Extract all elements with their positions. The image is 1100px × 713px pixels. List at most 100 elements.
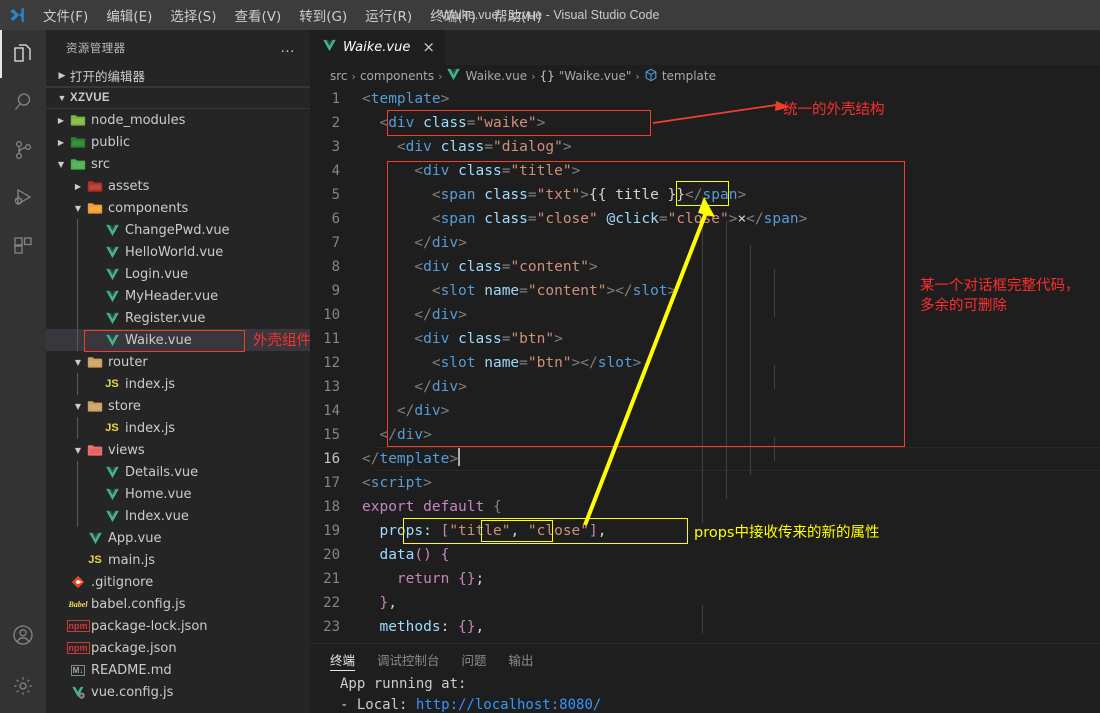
tree-item-babel-config-js[interactable]: Babel babel.config.js [46, 593, 310, 615]
tree-item-index-js[interactable]: JS index.js [46, 373, 310, 395]
line-number: 11 [323, 331, 340, 347]
tree-item-details-vue[interactable]: Details.vue [46, 461, 310, 483]
symbol-module-icon [644, 68, 658, 85]
panel-tab-0[interactable]: 终端 [330, 644, 356, 674]
code-editor[interactable]: 1 <template> 2 <div class="waike"> 3 <div c… [310, 87, 1100, 633]
tree-item-vue-config-js[interactable]: vue.config.js [46, 681, 310, 703]
tree-item-home-vue[interactable]: Home.vue [46, 483, 310, 505]
tree-item-package-json[interactable]: npm package.json [46, 637, 310, 659]
folder-src-icon [68, 157, 88, 171]
close-icon[interactable]: × [422, 40, 435, 55]
project-root-section[interactable]: ▼ XZVUE [46, 87, 310, 109]
babel-file-icon: Babel [68, 599, 88, 609]
code-text: <div class="btn"> [414, 331, 563, 347]
breadcrumb-item-3[interactable]: {} "Waike.vue" [539, 69, 631, 83]
breadcrumb-separator: › [351, 69, 356, 83]
explorer-more-actions-button[interactable]: … [280, 40, 296, 55]
breadcrumb-item-1[interactable]: components [360, 69, 434, 83]
tree-item-label: assets [108, 178, 150, 194]
breadcrumb-label: src [330, 69, 348, 83]
menu-item-3[interactable]: 查看(V) [226, 2, 291, 28]
tree-item--gitignore[interactable]: .gitignore [46, 571, 310, 593]
code-text: <script> [362, 475, 432, 491]
tree-item-helloworld-vue[interactable]: HelloWorld.vue [46, 241, 310, 263]
breadcrumb-separator: › [635, 69, 640, 83]
terminal-port[interactable]: 8080 [559, 697, 593, 713]
tree-item-index-js[interactable]: JS index.js [46, 417, 310, 439]
folder-public-icon [68, 135, 88, 149]
tree-item-store[interactable]: ▼ store [46, 395, 310, 417]
code-text: </template> [362, 447, 461, 471]
run-debug-icon[interactable] [0, 174, 46, 222]
code-text: </div> [414, 307, 467, 323]
tree-item-changepwd-vue[interactable]: ChangePwd.vue [46, 219, 310, 241]
terminal-url[interactable]: http://localhost: [416, 697, 559, 713]
tree-item-myheader-vue[interactable]: MyHeader.vue [46, 285, 310, 307]
code-line-10: 10 </div> [310, 303, 1100, 327]
menu-item-4[interactable]: 转到(G) [290, 2, 356, 28]
code-text: return {}; [396, 571, 485, 587]
menu-item-6[interactable]: 终端(T) [421, 2, 485, 28]
search-icon[interactable] [0, 78, 46, 126]
terminal-output[interactable]: App running at: - Local: http://localhos… [310, 674, 1100, 713]
breadcrumb-item-4[interactable]: template [644, 68, 716, 85]
tree-item-package-lock-json[interactable]: npm package-lock.json [46, 615, 310, 637]
line-number: 20 [323, 547, 340, 563]
terminal-line-1: App running at: [340, 676, 467, 692]
tree-item-readme-md[interactable]: M↓ README.md [46, 659, 310, 681]
menu-item-2[interactable]: 选择(S) [161, 2, 225, 28]
code-lines: 1 <template> 2 <div class="waike"> 3 <div c… [310, 87, 1100, 633]
tree-item-src[interactable]: ▼ src [46, 153, 310, 175]
vue-file-icon [102, 245, 122, 260]
code-line-17: 17 <script> [310, 471, 1100, 495]
vue-file-icon [102, 223, 122, 238]
code-line-19: 19 props: ["title", "close"], [310, 519, 1100, 543]
vue-file-icon [102, 311, 122, 326]
explorer-icon[interactable] [0, 30, 46, 78]
menu-item-7[interactable]: 帮助(H) [485, 2, 551, 28]
code-line-16: 16 </template> [310, 447, 1100, 471]
tree-item-node-modules[interactable]: ▶ node_modules [46, 109, 310, 131]
chevron-down-icon: ▼ [74, 401, 82, 411]
tree-item-waike-vue[interactable]: Waike.vue [46, 329, 310, 351]
terminal-line-2: - Local: http://localhost:8080/ [340, 695, 1100, 713]
account-icon[interactable] [0, 611, 46, 659]
line-number: 9 [331, 283, 340, 299]
folder-views-icon [85, 443, 105, 457]
breadcrumb-item-0[interactable]: src [330, 69, 348, 83]
extensions-icon[interactable] [0, 222, 46, 270]
tree-item-main-js[interactable]: JS main.js [46, 549, 310, 571]
settings-gear-icon[interactable] [0, 659, 46, 713]
source-control-icon[interactable] [0, 126, 46, 174]
code-text: <slot name="content"></slot> [431, 283, 677, 299]
tree-item-router[interactable]: ▼ router [46, 351, 310, 373]
breadcrumb: src › components › Waike.vue ›{} "Waike.vue" › t… [310, 65, 1100, 87]
tree-item-label: store [108, 398, 141, 414]
git-file-icon [68, 575, 88, 589]
menu-item-1[interactable]: 编辑(E) [97, 2, 161, 28]
menu-item-0[interactable]: 文件(F) [34, 2, 97, 28]
panel-tab-2[interactable]: 问题 [462, 644, 487, 674]
panel-tab-1[interactable]: 调试控制台 [377, 644, 440, 674]
folder-components-icon [85, 201, 105, 215]
line-number: 7 [331, 235, 340, 251]
terminal-url-suffix[interactable]: / [593, 697, 601, 713]
panel-tab-3[interactable]: 输出 [509, 644, 534, 674]
tree-item-register-vue[interactable]: Register.vue [46, 307, 310, 329]
tree-item-views[interactable]: ▼ views [46, 439, 310, 461]
line-number: 12 [323, 355, 340, 371]
tree-item-public[interactable]: ▶ public [46, 131, 310, 153]
vscode-window: 文件(F) 编辑(E) 选择(S) 查看(V) 转到(G) 运行(R) 终端(T) 帮助(H)… [0, 0, 1100, 713]
tree-item-index-vue[interactable]: Index.vue [46, 505, 310, 527]
open-editors-section[interactable]: ▶ 打开的编辑器 [46, 65, 310, 87]
tree-item-login-vue[interactable]: Login.vue [46, 263, 310, 285]
tree-item-app-vue[interactable]: App.vue [46, 527, 310, 549]
tree-item-assets[interactable]: ▶ assets [46, 175, 310, 197]
explorer-title: 资源管理器 [66, 40, 126, 55]
tree-item-components[interactable]: ▼ components [46, 197, 310, 219]
chevron-down-icon: ▼ [74, 445, 82, 455]
tree-item-label: Waike.vue [125, 332, 192, 348]
breadcrumb-item-2[interactable]: Waike.vue [446, 67, 527, 85]
menu-item-5[interactable]: 运行(R) [356, 2, 421, 28]
editor-tab-waike-vue[interactable]: Waike.vue × [310, 30, 446, 65]
